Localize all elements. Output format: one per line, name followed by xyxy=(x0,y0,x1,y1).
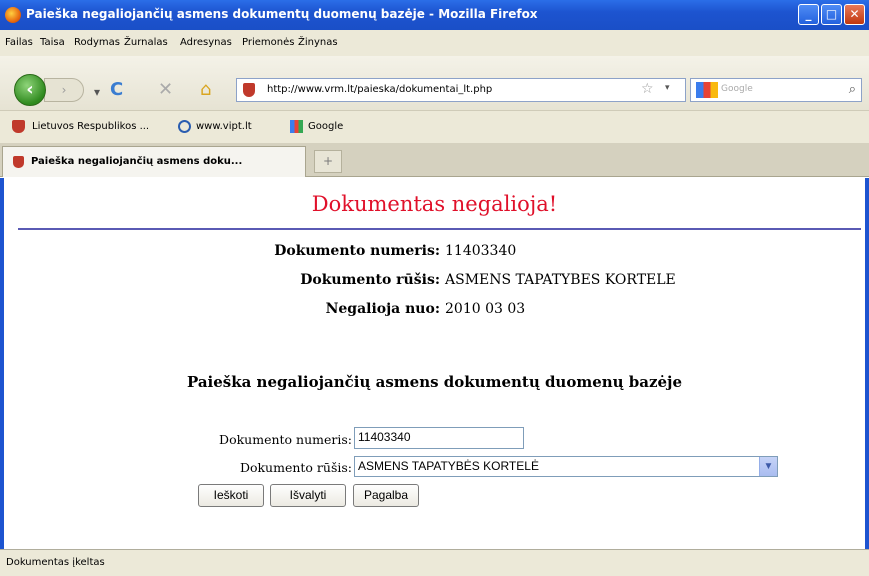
reload-icon[interactable]: C xyxy=(110,80,123,100)
document-number-input[interactable]: 11403340 xyxy=(354,427,524,449)
close-window-button[interactable]: ✕ xyxy=(844,4,865,25)
home-icon[interactable]: ⌂ xyxy=(200,80,211,100)
url-text[interactable]: http://www.vrm.lt/paieska/dokumentai_lt.… xyxy=(267,84,492,95)
ie-globe-icon xyxy=(178,120,191,133)
new-tab-button[interactable]: + xyxy=(314,150,342,173)
page-content xyxy=(0,178,869,548)
firefox-icon xyxy=(5,7,21,23)
number-field-label: Dokumento numeris: xyxy=(219,432,352,447)
lr-shield-icon xyxy=(12,120,25,133)
tab-shield-icon xyxy=(13,156,24,168)
search-placeholder: Google xyxy=(721,84,753,94)
bookmark-google[interactable]: Google xyxy=(308,121,343,132)
url-dropdown-icon[interactable]: ▾ xyxy=(665,83,670,93)
status-bar: Dokumentas įkeltas xyxy=(0,549,869,576)
type-field-label: Dokumento rūšis: xyxy=(239,460,352,475)
window-border-left xyxy=(0,178,4,549)
menu-tools[interactable]: Priemonės xyxy=(242,37,294,48)
window-border-right xyxy=(865,178,869,549)
bookmarks-toolbar: Lietuvos Respublikos ... www.vipt.lt Goo… xyxy=(0,111,869,143)
search-icon[interactable]: ⌕ xyxy=(849,82,856,97)
tab-active[interactable]: Paieška negaliojančių asmens doku... xyxy=(2,146,306,177)
document-type-select[interactable]: ASMENS TAPATYBĖS KORTELĖ ▼ xyxy=(354,456,778,477)
history-dropdown-icon[interactable]: ▾ xyxy=(94,82,100,102)
menu-edit[interactable]: Taisa xyxy=(40,37,65,48)
bookmark-vipt[interactable]: www.vipt.lt xyxy=(196,121,252,132)
maximize-button[interactable]: □ xyxy=(821,4,842,25)
site-shield-icon xyxy=(243,83,255,97)
back-button[interactable]: ‹ xyxy=(14,74,46,106)
help-button[interactable]: Pagalba xyxy=(353,484,419,507)
bookmark-star-icon[interactable]: ☆ xyxy=(641,81,654,97)
stop-icon[interactable]: ✕ xyxy=(158,80,173,100)
info-label-type: Dokumento rūšis: xyxy=(300,272,440,288)
menu-view[interactable]: Rodymas xyxy=(74,37,120,48)
bookmark-lietuvos[interactable]: Lietuvos Respublikos ... xyxy=(32,121,149,132)
info-value-date: 2010 03 03 xyxy=(445,301,526,317)
tab-label: Paieška negaliojančių asmens doku... xyxy=(31,156,243,167)
title-bar: Paieška negaliojančių asmens dokumentų d… xyxy=(0,0,869,30)
search-button[interactable]: Ieškoti xyxy=(198,484,264,507)
section-title: Paieška negaliojančių asmens dokumentų d… xyxy=(186,373,683,391)
minimize-button[interactable]: _ xyxy=(798,4,819,25)
google-engine-icon[interactable] xyxy=(696,82,718,98)
info-value-type: ASMENS TAPATYBES KORTELE xyxy=(445,272,676,288)
page-heading: Dokumentas negalioja! xyxy=(311,192,558,216)
menu-file[interactable]: Failas xyxy=(5,37,33,48)
info-label-number: Dokumento numeris: xyxy=(274,243,440,259)
forward-button[interactable]: › xyxy=(44,78,84,102)
chevron-down-icon[interactable]: ▼ xyxy=(759,457,777,476)
window-title: Paieška negaliojančių asmens dokumentų d… xyxy=(26,7,538,21)
info-row-date: Negalioja nuo: xyxy=(0,301,440,321)
search-box[interactable]: Google ⌕ xyxy=(690,78,862,102)
info-row-number: Dokumento numeris: xyxy=(0,243,440,263)
info-row-type: Dokumento rūšis: xyxy=(0,272,440,292)
clear-button[interactable]: Išvalyti xyxy=(270,484,346,507)
info-value-number: 11403340 xyxy=(445,243,517,259)
address-bar[interactable]: http://www.vrm.lt/paieska/dokumentai_lt.… xyxy=(236,78,686,102)
google-icon xyxy=(290,120,303,133)
menu-bookmarks[interactable]: Adresynas xyxy=(180,37,232,48)
info-label-date: Negalioja nuo: xyxy=(325,301,440,317)
menu-history[interactable]: Žurnalas xyxy=(124,37,168,48)
menu-bar: Failas Taisa Rodymas Žurnalas Adresynas … xyxy=(0,30,869,56)
menu-help[interactable]: Žinynas xyxy=(298,37,338,48)
document-type-value: ASMENS TAPATYBĖS KORTELĖ xyxy=(358,459,539,473)
divider xyxy=(18,228,861,230)
status-text: Dokumentas įkeltas xyxy=(6,557,105,568)
